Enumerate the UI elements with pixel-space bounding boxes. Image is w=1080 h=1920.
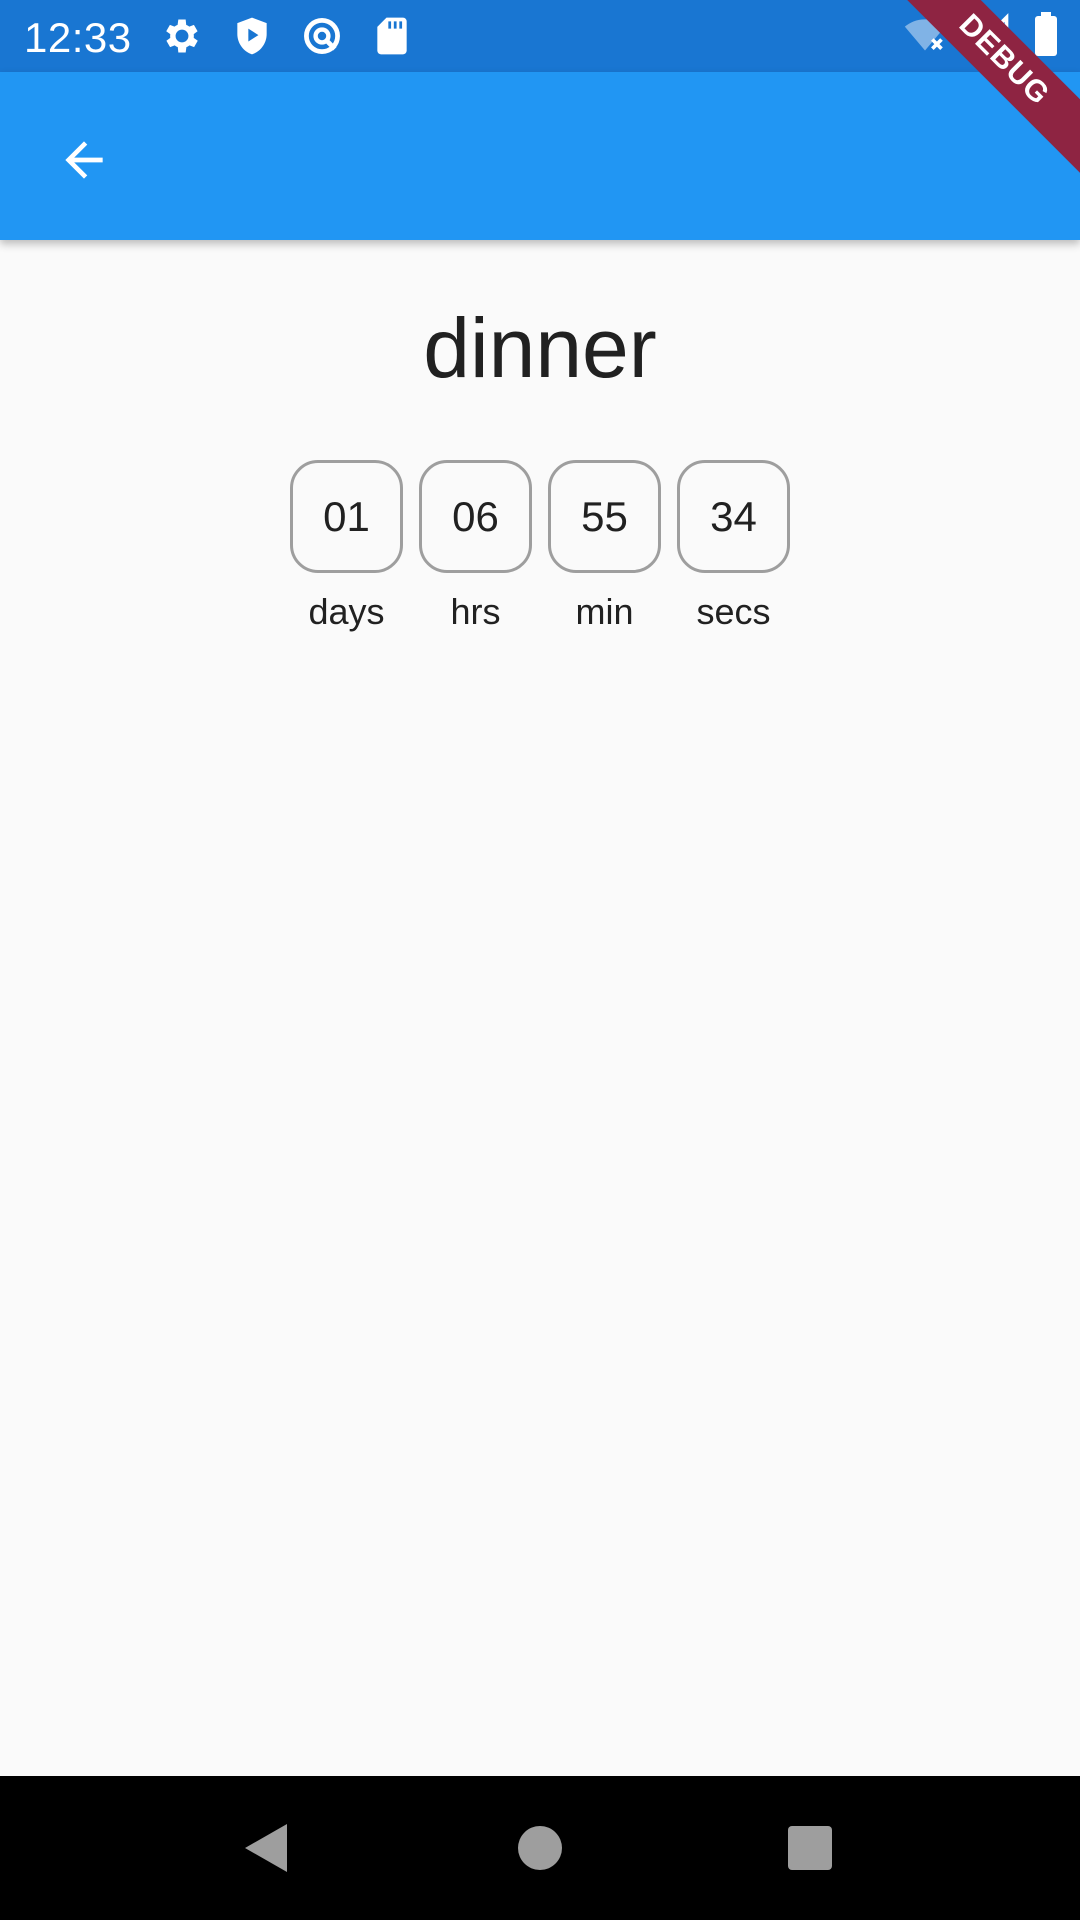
event-title: dinner xyxy=(423,301,657,395)
vpn-icon xyxy=(300,14,344,58)
sd-card-icon xyxy=(370,14,414,58)
navigation-bar xyxy=(0,1776,1080,1920)
countdown-hours: 06 hrs xyxy=(419,460,532,633)
recents-square-icon xyxy=(786,1824,834,1872)
arrow-back-icon xyxy=(56,132,112,188)
nav-recents-button[interactable] xyxy=(780,1818,840,1878)
countdown: 01 days 06 hrs 55 min 34 secs xyxy=(0,460,1080,633)
countdown-days: 01 days xyxy=(290,460,403,633)
back-button[interactable] xyxy=(40,116,128,204)
nav-home-button[interactable] xyxy=(510,1818,570,1878)
hours-label: hrs xyxy=(450,591,501,632)
hours-value: 06 xyxy=(419,460,532,573)
home-circle-icon xyxy=(516,1824,564,1872)
settings-icon xyxy=(160,14,204,58)
minutes-value: 55 xyxy=(548,460,661,573)
days-label: days xyxy=(308,591,385,632)
seconds-value: 34 xyxy=(677,460,790,573)
app-bar xyxy=(0,72,1080,240)
shield-play-icon xyxy=(230,14,274,58)
battery-icon xyxy=(1032,12,1060,56)
content: dinner 01 days 06 hrs 55 min 34 secs xyxy=(0,240,1080,1776)
status-icons-left xyxy=(160,14,414,58)
nav-back-button[interactable] xyxy=(236,1818,296,1878)
minutes-label: min xyxy=(575,591,634,632)
days-value: 01 xyxy=(290,460,403,573)
back-triangle-icon xyxy=(241,1822,291,1874)
seconds-label: secs xyxy=(696,591,771,632)
countdown-seconds: 34 secs xyxy=(677,460,790,633)
status-time: 12:33 xyxy=(24,14,132,61)
countdown-minutes: 55 min xyxy=(548,460,661,633)
